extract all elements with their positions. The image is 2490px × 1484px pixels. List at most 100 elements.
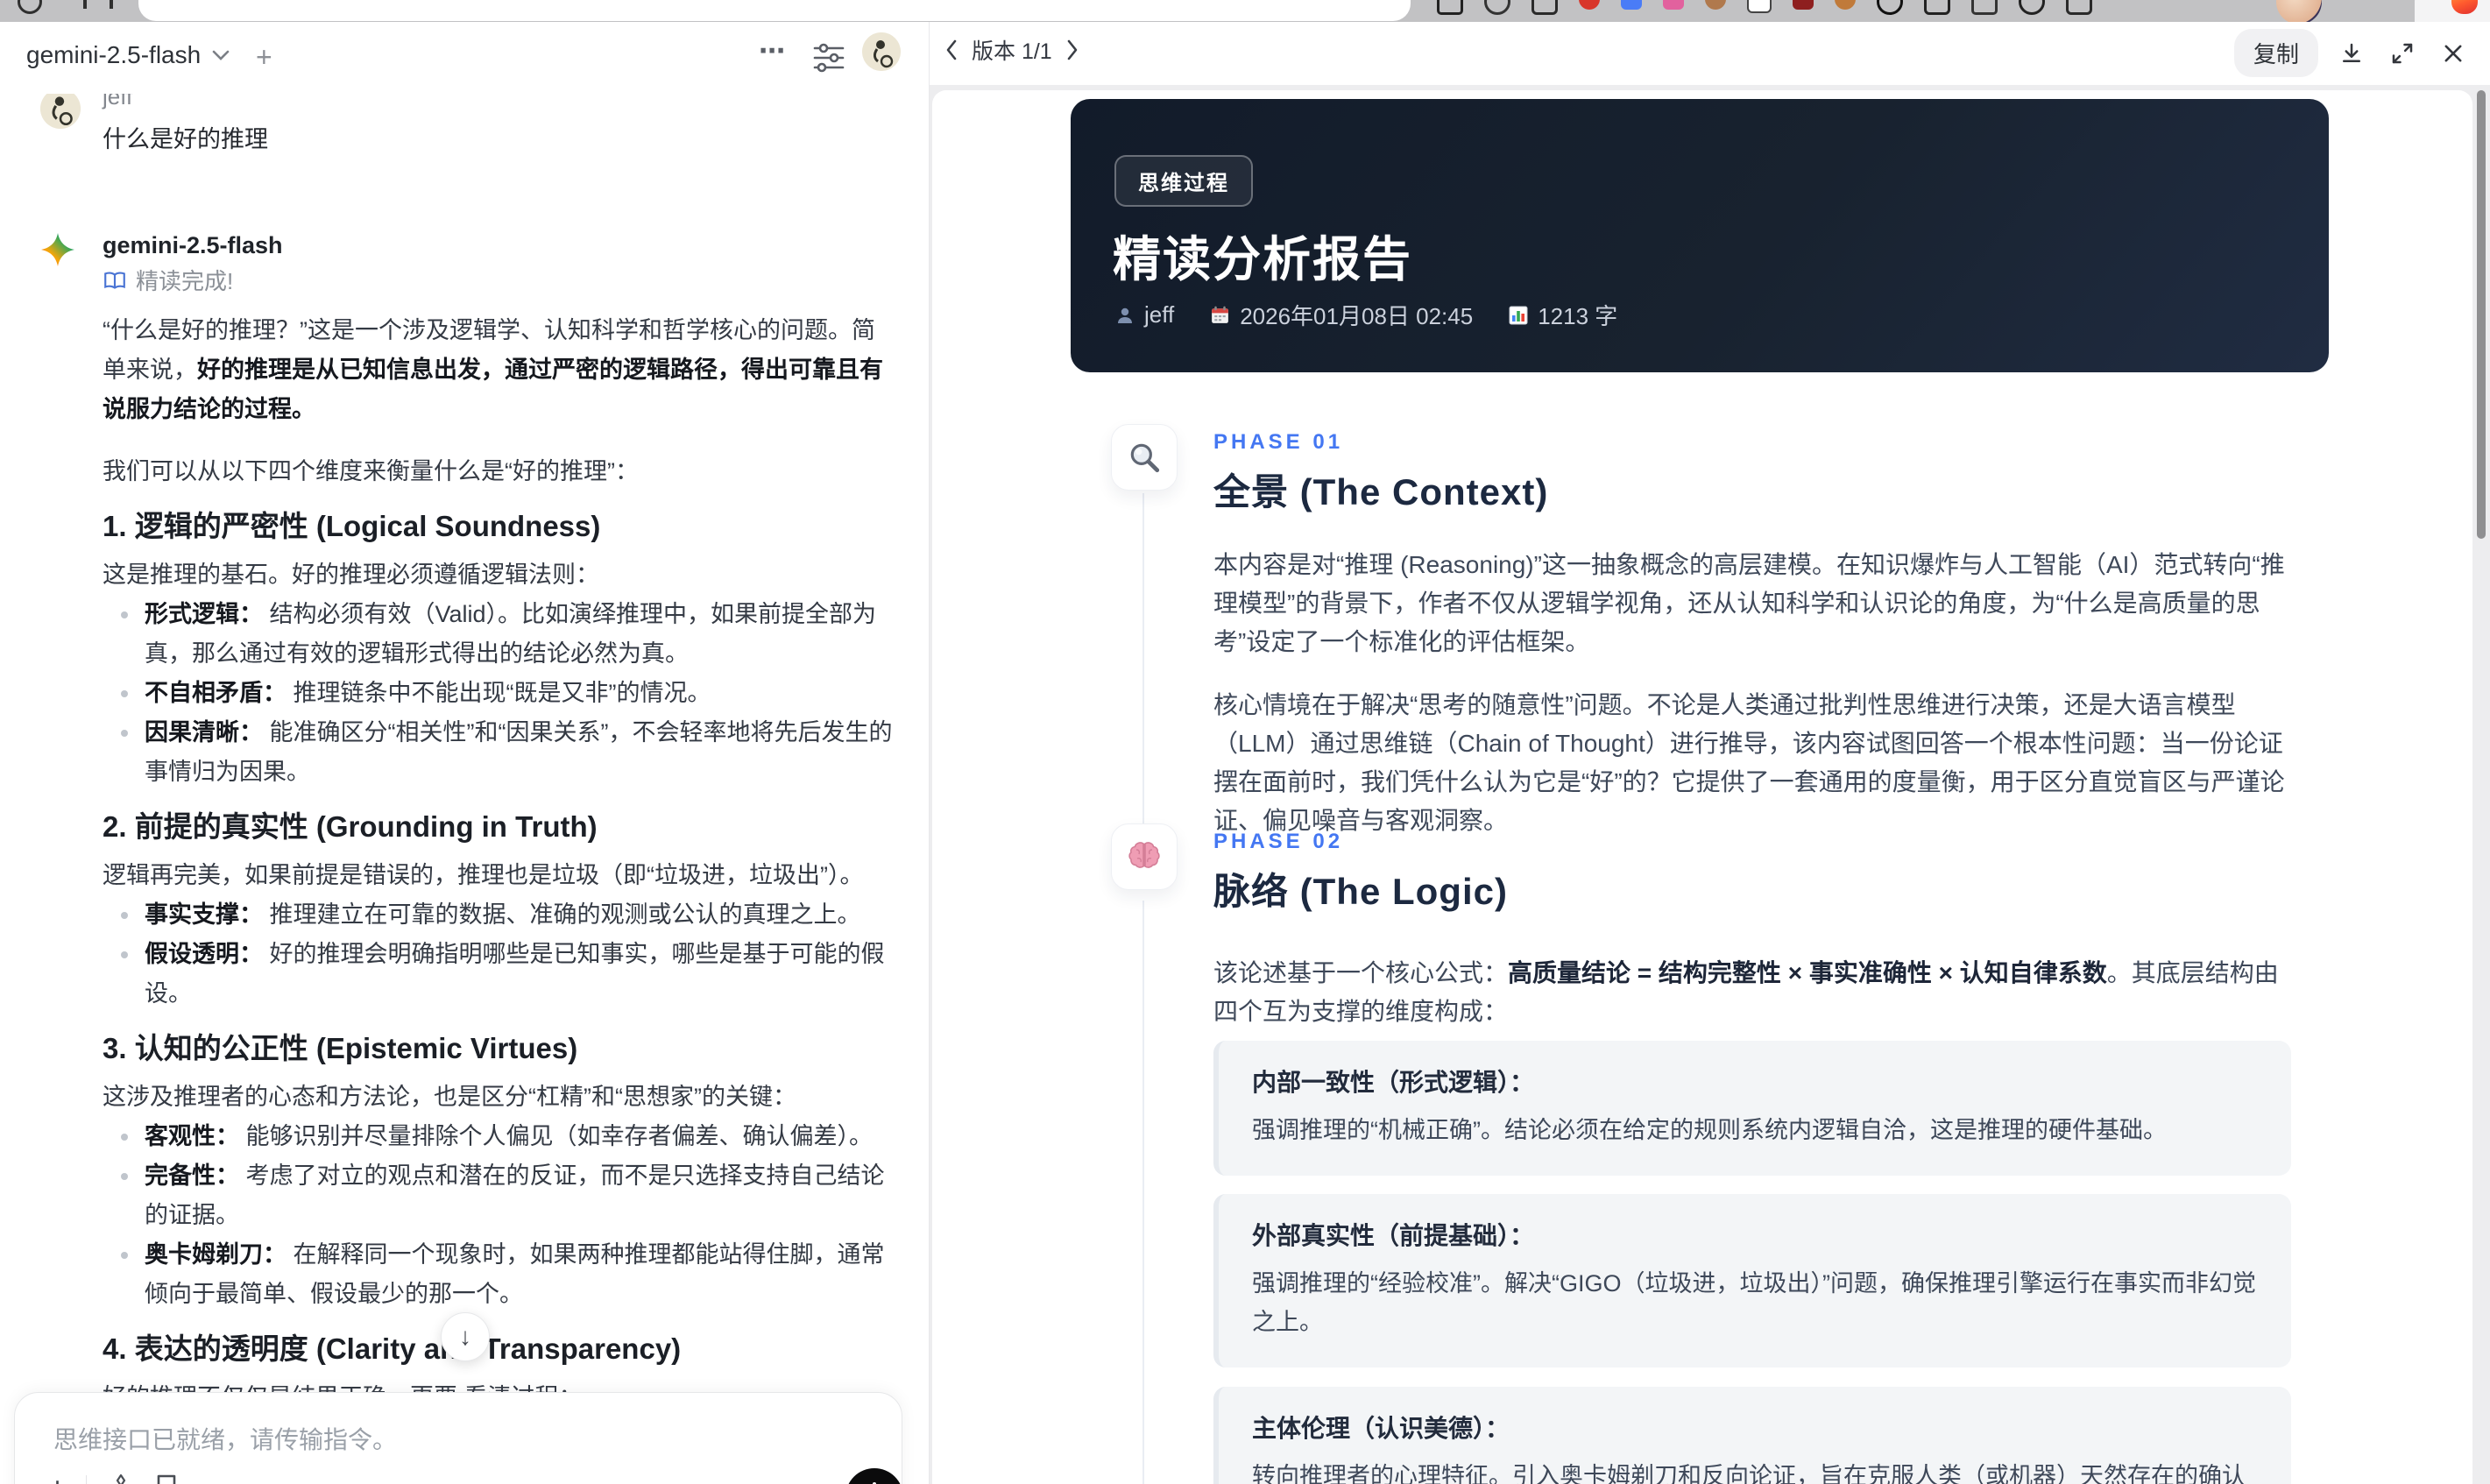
scroll-to-bottom-button[interactable]: ↓ [441, 1312, 490, 1361]
extension-icon[interactable] [1621, 0, 1642, 10]
phase-paragraph: 核心情境在于解决“思考的随意性”问题。不论是人类通过批判性思维进行决策，还是大语… [1213, 691, 2285, 834]
extension-icon[interactable] [2019, 0, 2045, 15]
artifact-actions: 复制 [2233, 29, 2471, 77]
user-avatar[interactable] [862, 32, 901, 71]
version-label: 版本 1/1 [972, 39, 1052, 64]
new-chat-button[interactable]: + [256, 41, 272, 74]
browser-tab-icon[interactable] [18, 0, 42, 14]
phase-section-1: PHASE 01 全景 (The Context) 本内容是对“推理 (Reas… [1111, 424, 2318, 840]
address-bar[interactable] [138, 0, 1411, 21]
box-title: 外部真实性（前提基础）： [1252, 1222, 1535, 1249]
assistant-name: gemini-2.5-flash [103, 232, 283, 258]
close-button[interactable] [2436, 36, 2471, 71]
section-intro: 这涉及推理者的心态和方法论，也是区分“杠精”和“思想家”的关键： [103, 1084, 796, 1110]
meta-author: jeff [1114, 301, 1174, 329]
arrow-down-icon: ↓ [459, 1323, 471, 1350]
extension-icon[interactable] [2066, 0, 2092, 15]
scrollbar-thumb[interactable] [2477, 90, 2486, 539]
magnifier-icon [1111, 424, 1178, 491]
extension-icon[interactable] [1531, 0, 1558, 15]
assistant-status-text: 精读完成! [136, 268, 234, 294]
list-item: 不自相矛盾： 推理链条中不能出现“既是又非”的情况。 [103, 674, 895, 713]
extension-icon[interactable] [1924, 0, 1950, 15]
settings-sliders-icon[interactable] [813, 43, 845, 73]
artifact-toolbar: 版本 1/1 复制 [930, 22, 2490, 85]
calendar-icon [1209, 304, 1231, 326]
composer-placeholder: 思维接口已就绪，请传输指令。 [53, 1426, 398, 1453]
extension-icon[interactable] [1835, 0, 1856, 10]
expand-button[interactable] [2385, 36, 2420, 71]
phase-kicker: PHASE 01 [1213, 430, 1344, 454]
box-title: 主体伦理（认识美德）： [1252, 1415, 1510, 1442]
list-item: 假设透明： 好的推理会明确指明哪些是已知事实，哪些是基于可能的假设。 [103, 935, 895, 1014]
extension-icon[interactable] [1877, 0, 1903, 15]
download-button[interactable] [2334, 36, 2369, 71]
dimension-box-2: 外部真实性（前提基础）： 强调推理的“经验校准”。解决“GIGO（垃圾进，垃圾出… [1213, 1194, 2291, 1367]
extension-icon[interactable] [1747, 0, 1772, 13]
report-hero-card: 思维过程 精读分析报告 jeff 2026年01月08日 02:45 1213 … [1071, 99, 2329, 372]
phase-title: 脉络 (The Logic) [1213, 871, 1508, 912]
version-navigator: 版本 1/1 [945, 34, 1079, 66]
extension-icon[interactable] [1705, 0, 1726, 10]
list-item: 因果清晰： 能准确区分“相关性”和“因果关系”，不会轻率地将先后发生的事情归为因… [103, 713, 895, 792]
chat-panel: gemini-2.5-flash + ⋯ jeff 什么是好的推理 gemini… [0, 22, 929, 1484]
user-message-avatar [40, 88, 81, 129]
sparkle-tools-icon[interactable] [106, 1473, 136, 1484]
browser-grid-icon[interactable] [83, 0, 113, 9]
assistant-markdown: “什么是好的推理？”这是一个涉及逻辑学、认知科学和哲学核心的问题。简单来说，好的… [103, 311, 895, 1484]
app-window: gemini-2.5-flash + ⋯ jeff 什么是好的推理 gemini… [0, 0, 2490, 1484]
divider [86, 1475, 88, 1484]
extension-icon[interactable] [1971, 0, 1998, 15]
copy-button[interactable]: 复制 [2233, 29, 2318, 77]
attach-plus-icon[interactable]: + [48, 1473, 67, 1484]
chevron-right-icon[interactable] [1066, 39, 1079, 60]
bullet-list: 形式逻辑： 结构必须有效（Valid）。比如演绎推理中，如果前提全部为真，那么通… [103, 595, 895, 792]
browser-profile-avatar[interactable] [2276, 0, 2322, 22]
browser-orange-icon[interactable] [2451, 0, 2478, 14]
extension-icon[interactable] [1437, 0, 1463, 15]
hero-badge: 思维过程 [1114, 155, 1253, 207]
section-intro: 逻辑再完美，如果前提是错误的，推理也是垃圾（即“垃圾进，垃圾出”）。 [103, 862, 864, 888]
box-text: 强调推理的“经验校准”。解决“GIGO（垃圾进，垃圾出）”问题，确保推理引擎运行… [1252, 1270, 2256, 1335]
bullet-list: 客观性： 能够识别并尽量排除个人偏见（如幸存者偏差、确认偏差）。 完备性： 考虑… [103, 1117, 895, 1314]
extension-icon[interactable] [1793, 0, 1814, 10]
brain-icon [1111, 823, 1178, 890]
report-title: 精读分析报告 [1113, 232, 1413, 286]
box-text: 强调推理的“机械正确”。结论必须在给定的规则系统内逻辑自洽，这是推理的硬件基础。 [1252, 1117, 2167, 1143]
phase-paragraph: 该论述基于一个核心公式：高质量结论 = 结构完整性 × 事实准确性 × 认知自律… [1213, 959, 2279, 1025]
open-book-icon [103, 270, 127, 293]
extension-icon[interactable] [1579, 0, 1600, 10]
message-composer[interactable]: 思维接口已就绪，请传输指令。 + [14, 1392, 903, 1484]
phase-kicker: PHASE 02 [1213, 830, 1344, 853]
list-item: 奥卡姆剃刀： 在解释同一个现象时，如果两种推理都能站得住脚，通常倾向于最简单、假… [103, 1235, 895, 1314]
extension-icon[interactable] [1484, 0, 1510, 15]
section-heading: 2. 前提的真实性 (Grounding in Truth) [103, 810, 598, 843]
phase-title: 全景 (The Context) [1213, 471, 1549, 512]
formula-bold: 高质量结论 = 结构完整性 × 事实准确性 × 认知自律系数 [1508, 959, 2107, 986]
bookmark-icon[interactable] [155, 1474, 178, 1484]
bullet-list: 事实支撑： 推理建立在可靠的数据、准确的观测或公认的真理之上。 假设透明： 好的… [103, 895, 895, 1014]
more-options-icon[interactable]: ⋯ [759, 36, 787, 67]
model-selector[interactable]: gemini-2.5-flash [26, 41, 230, 69]
chevron-down-icon [211, 49, 230, 61]
chat-header: gemini-2.5-flash + ⋯ [0, 22, 929, 94]
list-item: 事实支撑： 推理建立在可靠的数据、准确的观测或公认的真理之上。 [103, 895, 895, 935]
artifact-panel: 版本 1/1 复制 思维过程 精读分析报告 jeff 2026年01月08日 0… [930, 22, 2490, 1484]
section-heading: 3. 认知的公正性 (Epistemic Virtues) [103, 1032, 578, 1064]
chevron-left-icon[interactable] [945, 39, 958, 60]
extension-icon[interactable] [1663, 0, 1684, 10]
box-text: 转向推理者的心理特征。引入奥卡姆剃刀和反向论证，旨在克服人类（或机器）天然存在的… [1252, 1463, 2246, 1484]
section-heading: 4. 表达的透明度 (Clarity and Transparency) [103, 1332, 682, 1365]
person-icon [1114, 305, 1135, 326]
list-item: 形式逻辑： 结构必须有效（Valid）。比如演绎推理中，如果前提全部为真，那么通… [103, 595, 895, 674]
gemini-star-icon [40, 232, 75, 267]
box-title: 内部一致性（形式逻辑）： [1252, 1069, 1535, 1096]
section-heading: 1. 逻辑的严密性 (Logical Soundness) [103, 510, 601, 542]
browser-corner-tab [2415, 0, 2490, 22]
panel-divider [929, 22, 930, 1484]
lead-text: 我们可以从以下四个维度来衡量什么是“好的推理”： [103, 458, 639, 484]
model-name: gemini-2.5-flash [26, 41, 202, 68]
user-message-text: 什么是好的推理 [103, 126, 268, 152]
report-meta: jeff 2026年01月08日 02:45 1213 字 [1114, 299, 1617, 331]
voice-input-button[interactable] [845, 1468, 903, 1484]
